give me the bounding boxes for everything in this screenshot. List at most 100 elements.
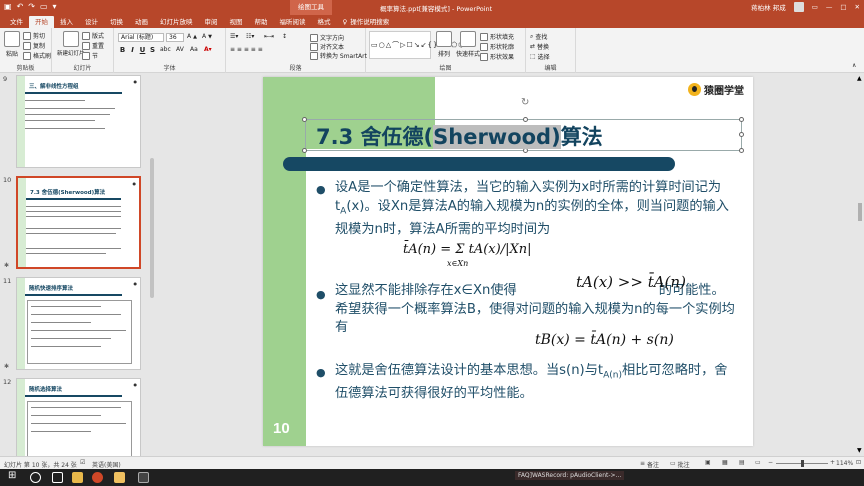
customize-qat-icon[interactable]: ▾: [53, 2, 57, 11]
grow-font-icon[interactable]: A ▲: [187, 33, 197, 40]
font-color-icon[interactable]: A▾: [204, 46, 212, 53]
replace-button[interactable]: ⇄ 替换: [530, 42, 549, 51]
underline-button[interactable]: U: [138, 46, 147, 54]
format-painter-button[interactable]: 格式刷: [23, 51, 51, 60]
task-view-icon[interactable]: [52, 472, 63, 483]
tab-slideshow[interactable]: 幻灯片放映: [154, 16, 199, 28]
bullet-paragraph-3[interactable]: 这就是舍伍德算法设计的基本思想。当s(n)与tA(n)相比可忽略时，舍伍德算法可…: [335, 362, 735, 404]
minimize-icon[interactable]: —: [826, 3, 833, 11]
slide-thumbnail[interactable]: ● 三、解非线性方程组: [16, 75, 141, 168]
rotate-handle-icon[interactable]: ↻: [521, 97, 529, 108]
tell-me-search[interactable]: ♀ 操作说明搜索: [337, 16, 396, 28]
start-from-beginning-icon[interactable]: ▭: [40, 2, 48, 11]
average-time-formula[interactable]: t̄A(n) = Σ tA(x)/|Xn| x∈Xn: [403, 242, 531, 268]
bullet-paragraph-1[interactable]: 设A是一个确定性算法，当它的输入实例为x时所需的计算时间记为tA(x)。设Xn是…: [335, 179, 735, 239]
strikethrough-icon[interactable]: abc: [160, 46, 171, 53]
resize-handle[interactable]: [302, 117, 307, 122]
zoom-slider-thumb[interactable]: [801, 460, 804, 467]
reset-button[interactable]: 重置: [82, 41, 104, 50]
slide-title[interactable]: 7.3 舍伍德(Sherwood)算法: [316, 121, 603, 151]
tab-help[interactable]: 帮助: [249, 16, 274, 28]
quick-styles-button[interactable]: 快速样式: [456, 31, 480, 58]
undo-icon[interactable]: ↶: [17, 2, 24, 11]
notes-button[interactable]: ≡ 备注: [640, 460, 659, 469]
tab-review[interactable]: 审阅: [199, 16, 224, 28]
shape-effects-button[interactable]: 形状效果: [480, 52, 514, 61]
tab-view[interactable]: 视图: [224, 16, 249, 28]
tab-home[interactable]: 开始: [29, 16, 54, 28]
scroll-up-icon[interactable]: ▲: [857, 75, 862, 82]
new-slide-button[interactable]: 新建幻灯片: [57, 31, 85, 57]
avatar[interactable]: [793, 2, 804, 12]
maximize-icon[interactable]: □: [840, 3, 846, 11]
italic-button[interactable]: I: [128, 46, 137, 54]
thumbnail-scrollbar[interactable]: [150, 158, 154, 298]
windows-start-icon[interactable]: ⊞: [8, 470, 19, 481]
zoom-level[interactable]: 114%: [836, 460, 853, 467]
tab-foxit[interactable]: 福昕阅读: [274, 16, 312, 28]
fit-slide-icon[interactable]: ⊡: [856, 459, 861, 466]
slideshow-icon[interactable]: ▭: [755, 459, 761, 466]
file-explorer-icon[interactable]: [72, 472, 83, 483]
resize-handle[interactable]: [739, 117, 744, 122]
paste-button[interactable]: 粘贴: [4, 31, 20, 58]
editor-vertical-scrollbar[interactable]: ▲ ▼: [856, 73, 864, 456]
bold-button[interactable]: B: [118, 46, 127, 54]
resize-handle[interactable]: [302, 148, 307, 153]
shape-fill-button[interactable]: 形状填充: [480, 32, 514, 41]
section-button[interactable]: 节: [82, 51, 98, 60]
ribbon-display-icon[interactable]: ▭: [812, 3, 818, 11]
char-spacing-icon[interactable]: AV: [176, 46, 184, 53]
resize-handle[interactable]: [739, 148, 744, 153]
app-taskbar-icon[interactable]: [138, 472, 149, 483]
comments-button[interactable]: ▭ 批注: [670, 460, 690, 469]
tab-file[interactable]: 文件: [4, 16, 29, 28]
shadow-button[interactable]: S: [148, 46, 157, 54]
language-status[interactable]: 英语(美国): [92, 460, 121, 469]
tab-format[interactable]: 格式: [312, 16, 337, 28]
slide-thumbnail[interactable]: ● 随机选择算法: [16, 378, 141, 456]
tab-animations[interactable]: 动画: [129, 16, 154, 28]
slide-thumbnail[interactable]: ● 随机快速排序算法: [16, 277, 141, 370]
shapes-gallery[interactable]: ▭○△⌒▷☐↘↙{}☆⌂⬠⬡⟶: [369, 31, 475, 59]
font-name-combo[interactable]: Arial (标题): [118, 33, 164, 42]
scrollbar-thumb[interactable]: [858, 203, 862, 221]
app-taskbar-icon[interactable]: [114, 472, 125, 483]
copy-button[interactable]: 复制: [23, 41, 45, 50]
slide-sorter-icon[interactable]: ▦: [722, 459, 728, 466]
reading-view-icon[interactable]: ▤: [739, 459, 745, 466]
layout-button[interactable]: 版式: [82, 31, 104, 40]
line-spacing-icon[interactable]: ↕: [282, 33, 287, 40]
smartart-button[interactable]: 转换为 SmartArt: [310, 51, 367, 60]
zoom-out-icon[interactable]: −: [768, 459, 773, 466]
scroll-down-icon[interactable]: ▼: [857, 447, 862, 454]
tab-design[interactable]: 设计: [79, 16, 104, 28]
resize-handle[interactable]: [739, 132, 744, 137]
zoom-in-icon[interactable]: +: [830, 459, 835, 466]
tab-transitions[interactable]: 切换: [104, 16, 129, 28]
bullets-icon[interactable]: ☰▾: [230, 33, 238, 40]
tab-insert[interactable]: 插入: [54, 16, 79, 28]
font-size-combo[interactable]: 36: [166, 33, 184, 42]
spellcheck-icon[interactable]: ☑: [80, 459, 85, 466]
user-name[interactable]: 蒋柏林 邦成: [751, 2, 786, 12]
change-case-icon[interactable]: Aa: [190, 46, 198, 53]
save-icon[interactable]: ▣: [4, 2, 12, 11]
collapse-ribbon-icon[interactable]: ∧: [852, 62, 856, 69]
arrange-button[interactable]: 排列: [436, 31, 452, 58]
find-button[interactable]: ⌕ 查找: [530, 32, 547, 42]
select-button[interactable]: ⬚ 选择: [530, 52, 550, 61]
shape-outline-button[interactable]: 形状轮廓: [480, 42, 514, 51]
indent-icon[interactable]: ⇤⇥: [264, 33, 274, 40]
close-icon[interactable]: ✕: [855, 3, 860, 11]
sherwood-time-formula[interactable]: tB(x) = t̄A(n) + s(n): [535, 332, 674, 348]
shrink-font-icon[interactable]: A ▼: [202, 33, 212, 40]
cut-button[interactable]: 剪切: [23, 31, 45, 40]
redo-icon[interactable]: ↷: [28, 2, 35, 11]
slide-thumbnail-pane[interactable]: 9 ● 三、解非线性方程组 10 ● 7.3 舍伍德(Sherwood)算法 ✱…: [0, 73, 155, 456]
numbering-icon[interactable]: ☷▾: [246, 33, 254, 40]
search-circle-icon[interactable]: [30, 472, 41, 483]
normal-view-icon[interactable]: ▣: [705, 459, 711, 466]
slide-thumbnail-selected[interactable]: ● 7.3 舍伍德(Sherwood)算法: [16, 176, 141, 269]
align-icons[interactable]: ≡ ≡ ≡ ≡ ≡: [230, 46, 263, 53]
